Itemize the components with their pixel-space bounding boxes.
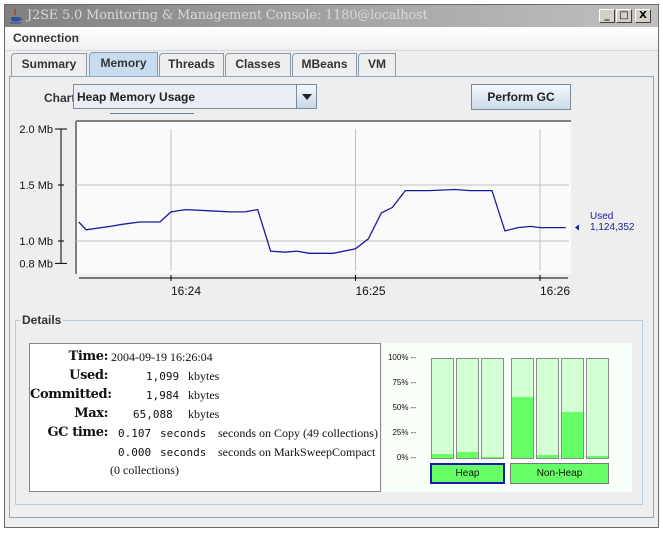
menu-connection[interactable]: Connection bbox=[13, 31, 79, 45]
title-bar[interactable]: J2SE 5.0 Monitoring & Management Console… bbox=[5, 5, 658, 27]
gc-msc-collections: (0 collections) bbox=[110, 463, 179, 477]
gc-copy-text: seconds on Copy (49 collections) bbox=[218, 426, 378, 440]
legend-used: Used 1,124,352 bbox=[590, 211, 635, 233]
x-tick-label: 16:24 bbox=[171, 284, 201, 298]
java-cup-icon bbox=[10, 8, 22, 24]
non-heap-pool-bar[interactable] bbox=[511, 358, 534, 459]
gc-msc-unit: seconds bbox=[160, 446, 207, 459]
gc-time-label: GC time: bbox=[47, 425, 108, 440]
y-tick-label: 1.0 Mb bbox=[19, 236, 53, 248]
heap-pool-bar[interactable] bbox=[431, 358, 454, 459]
time-value: 2004-09-19 16:26:04 bbox=[111, 350, 213, 364]
heap-pool-bar-fill bbox=[457, 452, 478, 458]
pool-scale-100: 100% -- bbox=[387, 353, 416, 362]
heap-pool-bar[interactable] bbox=[481, 358, 504, 459]
used-label: Used: bbox=[69, 368, 108, 383]
heap-pool-bar[interactable] bbox=[456, 358, 479, 459]
chevron-down-icon[interactable] bbox=[296, 85, 316, 108]
committed-value: 1,984 bbox=[146, 389, 180, 402]
max-unit: kbytes bbox=[188, 407, 220, 421]
y-tick-label: 0.8 Mb bbox=[19, 258, 53, 270]
gc-msc-text: seconds on MarkSweepCompact bbox=[218, 445, 376, 459]
gc-copy-unit: seconds bbox=[160, 427, 207, 440]
gc-copy-time: 0.107 bbox=[118, 427, 152, 440]
close-button[interactable]: X bbox=[635, 9, 651, 23]
pool-scale-25: 25% -- bbox=[392, 428, 416, 437]
non-heap-pool-bar[interactable] bbox=[536, 358, 559, 459]
non-heap-pool-bar-fill bbox=[562, 412, 583, 458]
heap-pool-button[interactable]: Heap bbox=[430, 463, 505, 484]
non-heap-pool-bar-fill bbox=[512, 396, 533, 458]
tab-classes[interactable]: Classes bbox=[225, 53, 291, 76]
gc-msc-time: 0.000 bbox=[118, 446, 152, 459]
max-label: Max: bbox=[74, 406, 108, 421]
chart-selector-value: Heap Memory Usage bbox=[77, 90, 196, 104]
used-unit: kbytes bbox=[188, 369, 220, 383]
non-heap-pool-button[interactable]: Non-Heap bbox=[510, 463, 609, 484]
window-title: J2SE 5.0 Monitoring & Management Console… bbox=[27, 8, 428, 23]
committed-unit: kbytes bbox=[188, 388, 220, 402]
pool-scale-75: 75% -- bbox=[392, 378, 416, 387]
details-title: Details bbox=[20, 313, 64, 327]
max-value: 65,088 bbox=[133, 408, 173, 421]
pool-scale-0: 0% -- bbox=[396, 453, 416, 462]
legend-used-value: 1,124,352 bbox=[590, 222, 635, 233]
tab-memory[interactable]: Memory bbox=[89, 52, 158, 77]
tab-vm[interactable]: VM bbox=[358, 53, 396, 76]
x-tick-label: 16:25 bbox=[355, 284, 385, 298]
tab-summary[interactable]: Summary bbox=[11, 53, 87, 76]
heap-memory-chart: 2.0 Mb 1.5 Mb 1.0 Mb 0.8 Mb 16:24 16:25 16:26 bbox=[19, 120, 579, 298]
non-heap-pool-bar-fill bbox=[587, 456, 608, 458]
non-heap-pool-bar-fill bbox=[537, 455, 558, 458]
details-panel: Time: 2004-09-19 16:26:04 Used: 1,099 kb… bbox=[29, 343, 381, 492]
used-value: 1,099 bbox=[146, 370, 180, 383]
non-heap-pool-bar[interactable] bbox=[586, 358, 609, 459]
tab-threads[interactable]: Threads bbox=[159, 53, 224, 76]
x-tick-label: 16:26 bbox=[540, 284, 570, 298]
time-label: Time: bbox=[68, 349, 109, 364]
heap-pool-bar-fill bbox=[432, 454, 453, 458]
y-tick-label: 1.5 Mb bbox=[19, 180, 53, 192]
plot-area bbox=[76, 121, 571, 274]
combo-underline bbox=[110, 113, 194, 114]
y-tick-label: 2.0 Mb bbox=[19, 124, 53, 136]
pool-scale-50: 50% -- bbox=[392, 403, 416, 412]
menu-bar: Connection bbox=[5, 27, 658, 51]
memory-pools-panel: 100% -- 75% -- 50% -- 25% -- 0% -- Heap … bbox=[382, 343, 632, 492]
maximize-button[interactable]: □ bbox=[616, 9, 632, 23]
non-heap-pool-bar[interactable] bbox=[561, 358, 584, 459]
heap-pool-bar-fill bbox=[482, 457, 503, 458]
chart-selector-dropdown[interactable]: Heap Memory Usage bbox=[73, 84, 317, 109]
perform-gc-button[interactable]: Perform GC bbox=[471, 84, 571, 110]
legend-used-name: Used bbox=[590, 211, 614, 222]
legend-arrow-icon bbox=[575, 224, 579, 231]
minimize-button[interactable]: _ bbox=[599, 9, 615, 23]
committed-label: Committed: bbox=[30, 387, 112, 402]
tab-mbeans[interactable]: MBeans bbox=[292, 53, 357, 76]
